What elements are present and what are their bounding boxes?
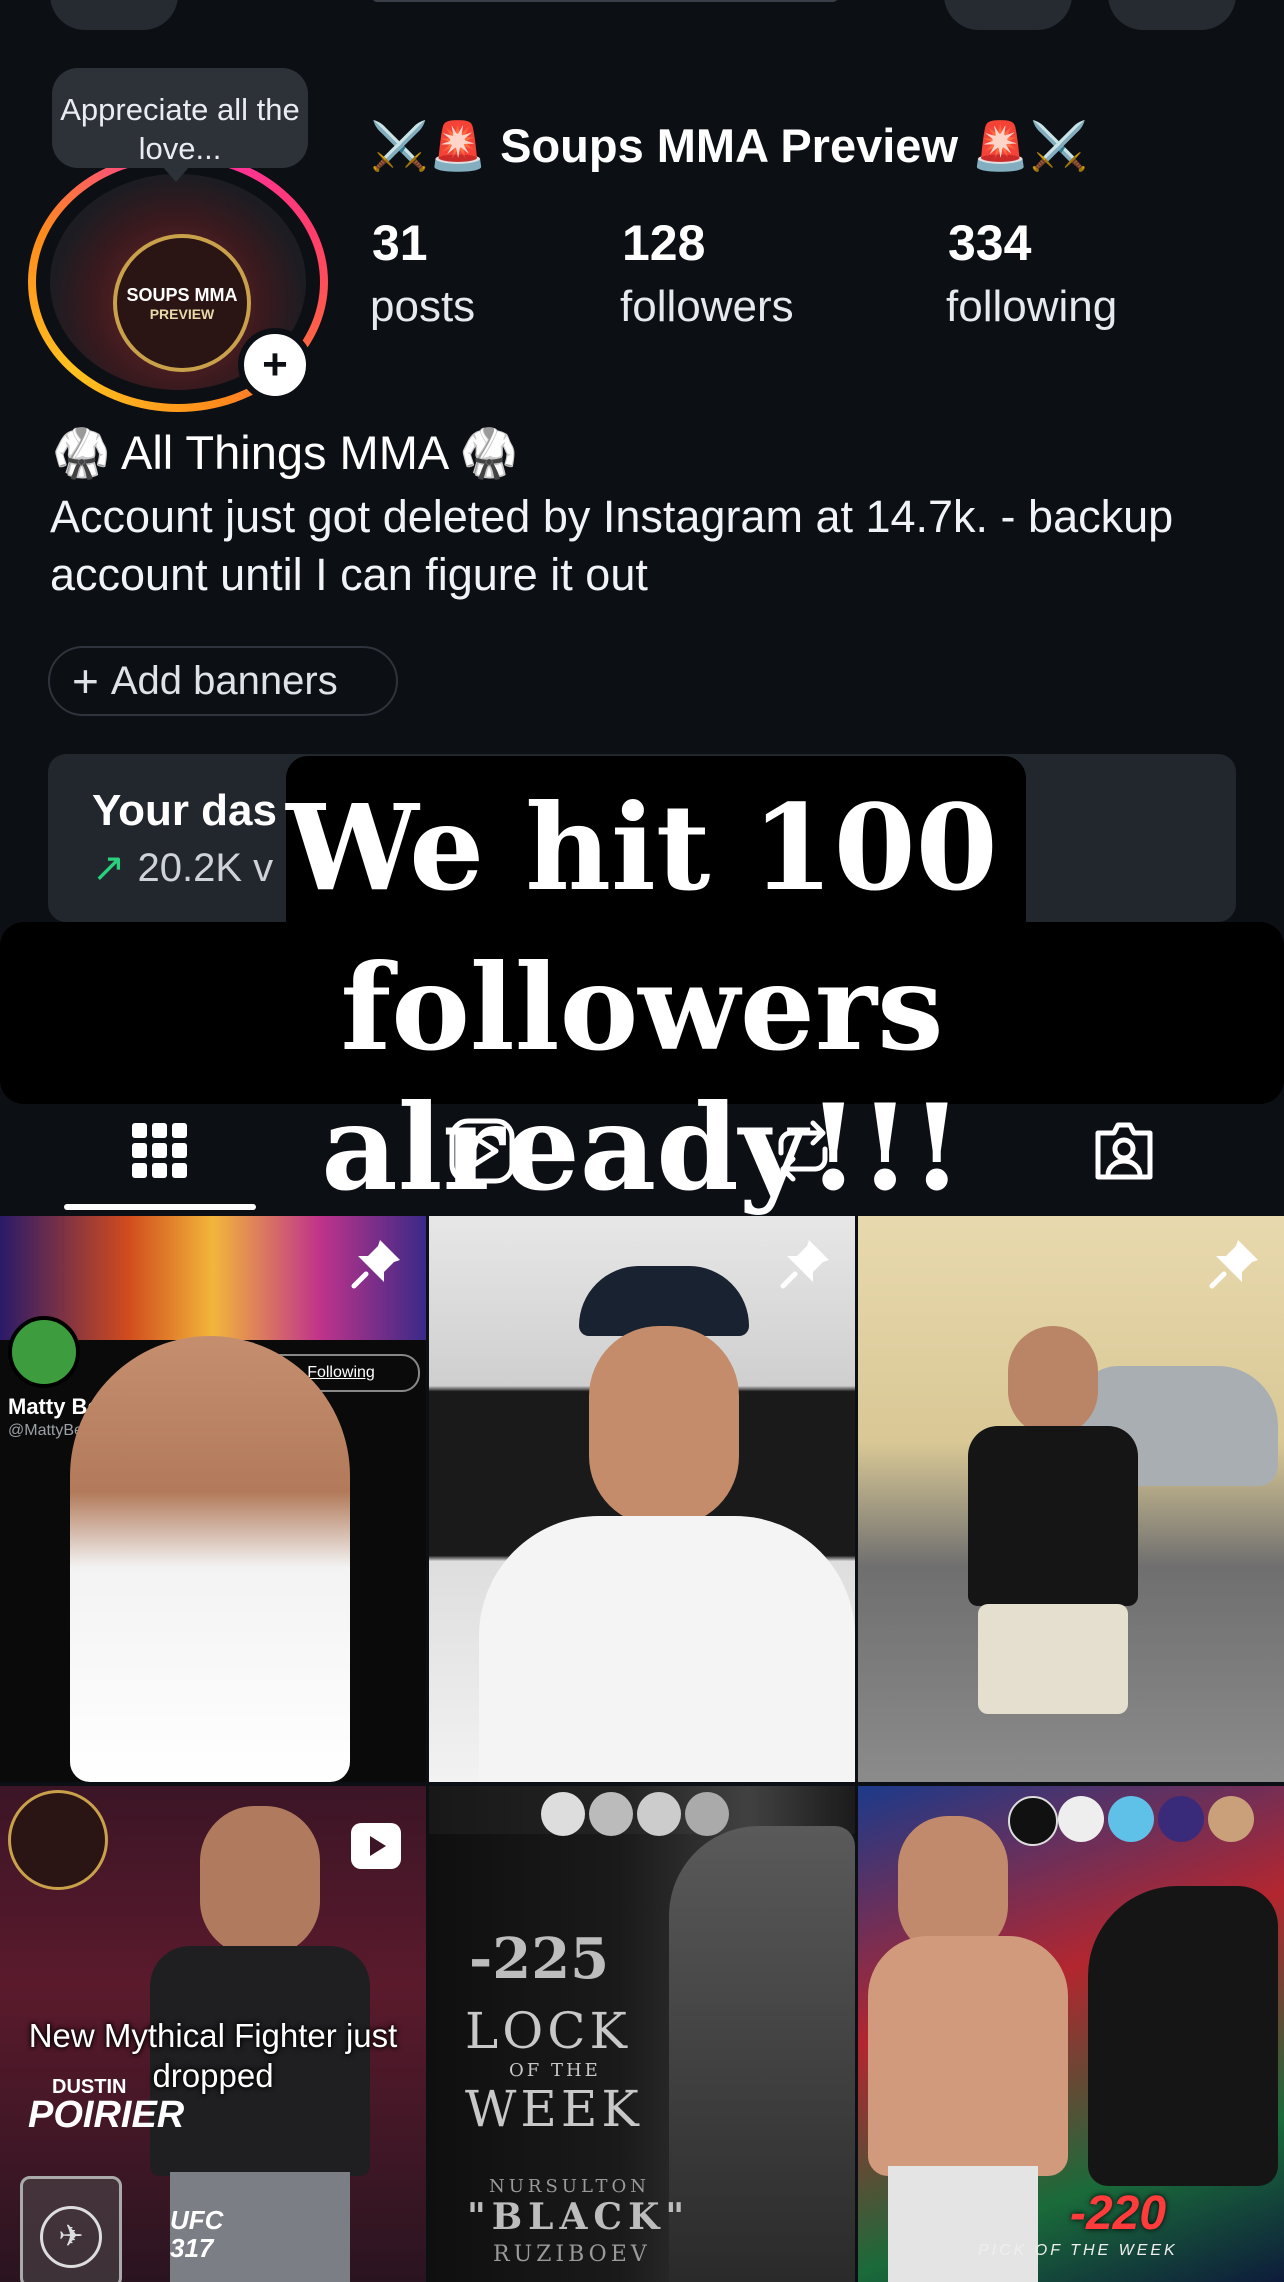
avatar-logo: SOUPS MMA PREVIEW [113,234,251,373]
profile-note-bubble[interactable]: Appreciate all the love... [52,68,308,182]
post-fighter-line3: RUZIBOEV [493,2242,651,2267]
following-label[interactable]: following [946,282,1117,332]
profile-name: ⚔️🚨 Soups MMA Preview 🚨⚔️ [370,119,1089,172]
bio-text: Account just got deleted by Instagram at… [50,491,1174,600]
tab-reposts[interactable] [758,1106,848,1196]
repost-icon [778,1120,828,1182]
bio-headline: 🥋 All Things MMA 🥋 [52,426,519,479]
sponsor-logo [1008,1796,1058,1846]
grid-post-6[interactable]: -220 PICK OF THE WEEK [858,1786,1284,2282]
sponsor-logo [1058,1796,1104,1842]
post-fighter-image [868,1936,1068,2176]
post-event-tag: UFC 317 [170,2205,224,2263]
tab-tagged[interactable] [1079,1106,1169,1196]
top-back-button[interactable] [50,0,178,30]
post-fighter-image [669,1826,855,2282]
reel-icon [351,1823,401,1869]
grid-post-2[interactable] [429,1216,855,1782]
airplane-icon: ✈ [40,2206,102,2268]
grid-icon [132,1123,187,1178]
post-person-image [200,1806,320,1956]
post-person-image [1008,1326,1098,1436]
sponsor-logo [1158,1796,1204,1842]
sponsor-logo [1208,1796,1254,1842]
post-shirt [968,1426,1138,1606]
avatar-logo-subtext: PREVIEW [149,305,215,322]
post-fighter-line2: "BLACK" [467,2196,691,2238]
post-shirt [479,1516,855,1782]
post-pick-label: PICK OF THE WEEK [978,2242,1178,2259]
top-threads-button[interactable] [944,0,1072,30]
post-fighter-shorts [888,2166,1038,2282]
post-fighter-head [898,1816,1008,1956]
followers-count[interactable]: 128 [622,214,705,272]
sponsor-logo [637,1792,681,1836]
tab-grid[interactable] [115,1106,205,1196]
add-banners-label: Add banners [110,658,338,703]
sponsor-logo [541,1792,585,1836]
add-banners-button[interactable]: + Add banners [48,646,398,716]
top-handle-bar [372,0,838,2]
tagged-icon [1095,1122,1153,1180]
post-odds: -225 [469,1926,610,1992]
post-person-image [589,1326,739,1526]
sponsor-logo [685,1792,729,1836]
post-person-image [70,1336,350,1782]
post-shorts [978,1604,1128,1714]
plus-icon: + [72,655,99,707]
post-lock-line2: OF THE [509,2060,601,2081]
post-lock-line3: WEEK [465,2080,643,2138]
grid-post-1[interactable]: Following Matty Betss @MattyBetss [0,1216,426,1782]
tab-reels[interactable] [437,1106,527,1196]
grid-post-5[interactable]: -225 LOCK OF THE WEEK NURSULTON "BLACK" … [429,1786,855,2282]
post-fighter-line1: NURSULTON [489,2176,650,2197]
post-logo [8,1790,108,1890]
pin-icon [1209,1240,1258,1289]
sponsor-logo [1108,1796,1154,1842]
avatar-logo-text: SOUPS MMA [126,284,238,305]
post-lock-line1: LOCK [465,2002,631,2060]
post-wolf-image [1088,1886,1278,2186]
add-story-button[interactable]: + [238,328,312,402]
grid-post-3[interactable] [858,1216,1284,1782]
overlay-caption-line1: We hit 100 [286,778,998,917]
following-count[interactable]: 334 [948,214,1031,272]
post-fighter-name: POIRIER [28,2094,185,2136]
post-odds: -220 [1070,2187,1167,2240]
active-tab-indicator [64,1204,256,1210]
pin-icon [351,1240,400,1289]
followers-label[interactable]: followers [620,282,794,332]
reels-icon [449,1118,515,1184]
posts-count[interactable]: 31 [372,214,428,272]
profile-note-text: Appreciate all the love... [60,92,300,166]
pin-icon [780,1240,829,1289]
grid-post-4[interactable]: New Mythical Fighter just dropped DUSTIN… [0,1786,426,2282]
plus-icon: + [262,340,288,389]
posts-label[interactable]: posts [370,282,475,332]
post-avatar [8,1316,80,1388]
top-menu-button[interactable] [1108,0,1236,30]
sponsor-logo [589,1792,633,1836]
